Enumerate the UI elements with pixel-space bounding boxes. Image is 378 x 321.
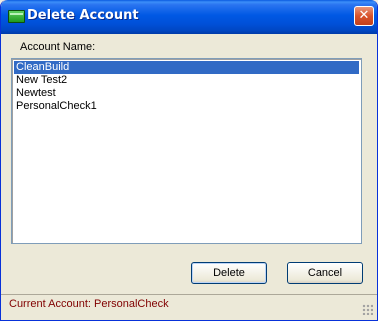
status-bar: Current Account: PersonalCheck: [1, 294, 377, 320]
close-icon: ✕: [358, 8, 370, 23]
list-item[interactable]: Newtest: [14, 87, 359, 100]
close-button[interactable]: ✕: [354, 6, 374, 26]
window-title: Delete Account: [27, 8, 139, 23]
list-item[interactable]: PersonalCheck1: [14, 100, 359, 113]
account-listbox[interactable]: CleanBuild New Test2 Newtest PersonalChe…: [11, 58, 362, 244]
list-item[interactable]: New Test2: [14, 74, 359, 87]
current-account-status: Current Account: PersonalCheck: [9, 298, 169, 310]
resize-grip-icon[interactable]: [362, 304, 373, 315]
title-bar[interactable]: Delete Account ✕: [1, 0, 377, 34]
cancel-button[interactable]: Cancel: [287, 262, 363, 284]
delete-button[interactable]: Delete: [191, 262, 267, 284]
delete-account-dialog: Delete Account ✕ Account Name: CleanBuil…: [0, 0, 378, 321]
account-name-label: Account Name:: [20, 41, 96, 53]
list-item[interactable]: CleanBuild: [14, 61, 359, 74]
green-folder-icon: [8, 10, 25, 23]
